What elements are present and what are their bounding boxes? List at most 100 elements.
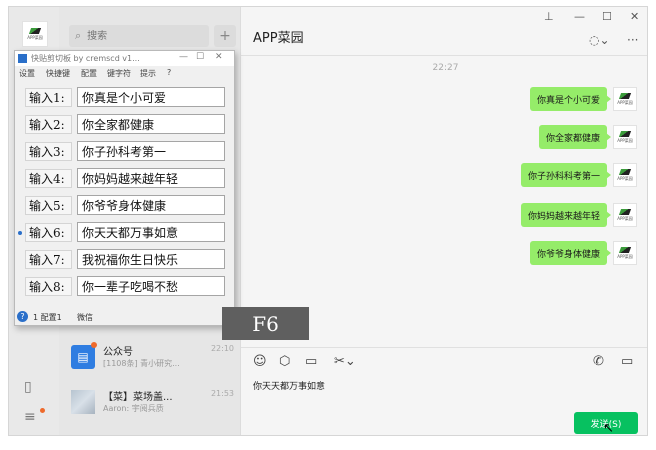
conversation-item[interactable]: ▤ 公众号 22:10 [1108条] 青小研究... — [59, 337, 240, 377]
app-icon — [18, 54, 27, 63]
sender-avatar[interactable]: APP菜园 — [613, 163, 637, 187]
avatar-logo-text: APP菜园 — [617, 215, 633, 221]
minimize-icon[interactable]: — — [574, 10, 585, 23]
video-call-icon[interactable]: ▭ — [621, 354, 633, 369]
status-target: 微信 — [77, 313, 93, 322]
logo-leaf-icon — [618, 208, 632, 215]
message-bubble[interactable]: 你子孙科科考第一 — [520, 163, 612, 187]
menu-item-settings[interactable]: 设置 — [19, 68, 35, 79]
phone-call-icon[interactable]: ✆ — [593, 354, 604, 369]
message-row: 你全家都健康 APP菜园 — [497, 125, 637, 149]
minimize-icon[interactable]: — — [179, 52, 188, 62]
quick-row-label: 输入5: — [25, 196, 72, 215]
quick-row-input[interactable]: 你全家都健康 — [77, 114, 225, 134]
quick-row: 输入4: 你妈妈越来越年轻 — [25, 167, 225, 189]
emoji-icon[interactable]: ☺ — [253, 354, 267, 369]
message-input[interactable]: 你天天都万事如意 — [253, 379, 325, 392]
input-toolbar: ☺ ⬡ ▭ ✂⌄ ✆ ▭ — [241, 347, 647, 373]
quick-paste-window: 快贴剪切板 by cremscd v1... — ☐ ✕ 设置 快捷键 配置 键… — [14, 50, 235, 326]
quick-row: 输入3: 你子孙科考第一 — [25, 140, 225, 162]
menu-badge-dot — [40, 408, 45, 413]
quick-paste-menu: 设置 快捷键 配置 键字符 提示 ? — [15, 67, 234, 80]
conversation-time: 22:10 — [210, 344, 234, 353]
conversation-name: 公众号 — [103, 347, 133, 358]
chat-bubble-icon[interactable]: ◌⌄ — [589, 33, 610, 47]
phone-icon[interactable]: ▯ — [24, 379, 32, 395]
conversation-time: 21:53 — [210, 389, 234, 398]
quick-row-label: 输入3: — [25, 142, 72, 161]
message-bubble[interactable]: 你全家都健康 — [538, 125, 612, 149]
quick-row-label: 输入4: — [25, 169, 72, 188]
user-avatar[interactable]: APP菜园 — [22, 21, 48, 47]
quick-row-input[interactable]: 你天天都万事如意 — [77, 222, 225, 242]
chat-panel: ⊥ — ☐ ✕ APP菜园 ◌⌄ ··· 22:27 你真是个小可爱 APP菜园… — [240, 7, 647, 436]
sender-avatar[interactable]: APP菜园 — [613, 125, 637, 149]
quick-row-input[interactable]: 你妈妈越来越年轻 — [77, 168, 225, 188]
scissors-icon[interactable]: ✂⌄ — [334, 354, 356, 369]
quick-row-input[interactable]: 你爷爷身体健康 — [77, 195, 225, 215]
cube-icon[interactable]: ⬡ — [279, 354, 290, 369]
pin-icon[interactable]: ⊥ — [544, 10, 554, 23]
mouse-cursor-icon: ↖ — [603, 421, 614, 436]
logo-leaf-icon — [618, 246, 632, 253]
sender-avatar[interactable]: APP菜园 — [613, 241, 637, 265]
logo-leaf-icon — [618, 92, 632, 99]
message-bubble[interactable]: 你真是个小可爱 — [529, 87, 612, 111]
conversation-name: 【菜】菜场盖... — [103, 392, 173, 403]
avatar-logo-text: APP菜园 — [617, 253, 633, 259]
quick-row-input[interactable]: 你真是个小可爱 — [77, 87, 225, 107]
quick-row: 输入1: 你真是个小可爱 — [25, 86, 225, 108]
close-icon[interactable]: ✕ — [215, 52, 223, 62]
sender-avatar[interactable]: APP菜园 — [613, 203, 637, 227]
avatar-logo-text: APP菜园 — [617, 137, 633, 143]
conversation-preview: Aaron: 宇阅兵质 — [103, 404, 164, 413]
conversation-preview: [1108条] 青小研究... — [103, 359, 180, 368]
key-press-overlay: F6 — [222, 307, 309, 340]
quick-paste-titlebar: 快贴剪切板 by cremscd v1... — ☐ ✕ — [15, 51, 234, 66]
status-config: 1 配置1 — [33, 313, 62, 322]
quick-row-input[interactable]: 你子孙科考第一 — [77, 141, 225, 161]
folder-icon[interactable]: ▭ — [305, 354, 317, 369]
quick-row: 输入5: 你爷爷身体健康 — [25, 194, 225, 216]
quick-row: 输入8: 你一辈子吃喝不愁 — [25, 275, 225, 297]
logo-leaf-icon — [618, 168, 632, 175]
quick-row: 输入7: 我祝福你生日快乐 — [25, 248, 225, 270]
quick-row-input[interactable]: 我祝福你生日快乐 — [77, 249, 225, 269]
search-input[interactable] — [85, 29, 190, 43]
maximize-icon[interactable]: ☐ — [602, 10, 612, 23]
add-button[interactable]: + — [214, 25, 236, 47]
message-row: 你妈妈越来越年轻 APP菜园 — [477, 203, 637, 227]
help-icon[interactable]: ? — [17, 311, 28, 322]
message-row: 你真是个小可爱 APP菜园 — [497, 87, 637, 111]
search-icon: ⌕ — [75, 29, 82, 42]
header-divider — [241, 55, 647, 56]
logo-leaf-icon — [28, 27, 42, 34]
quick-row-input[interactable]: 你一辈子吃喝不愁 — [77, 276, 225, 296]
menu-icon[interactable]: ≡ — [24, 409, 36, 425]
quick-row-active: 输入6: 你天天都万事如意 — [18, 221, 225, 243]
menu-item-tips[interactable]: 提示 — [140, 68, 156, 79]
quick-row-label: 输入1: — [25, 88, 72, 107]
sender-avatar[interactable]: APP菜园 — [613, 87, 637, 111]
quick-row-label: 输入7: — [25, 250, 72, 269]
message-bubble[interactable]: 你爷爷身体健康 — [529, 241, 612, 265]
menu-item-help[interactable]: ? — [167, 68, 171, 77]
close-icon[interactable]: ✕ — [630, 10, 639, 23]
chat-title: APP菜园 — [253, 31, 304, 46]
avatar-logo-text: APP菜园 — [617, 175, 633, 181]
message-bubble[interactable]: 你妈妈越来越年轻 — [520, 203, 612, 227]
more-icon[interactable]: ··· — [627, 33, 638, 47]
unread-dot — [91, 342, 97, 348]
quick-row-label: 输入6: — [25, 223, 72, 242]
quick-paste-title: 快贴剪切板 by cremscd v1... — [31, 54, 140, 63]
message-row: 你子孙科科考第一 APP菜园 — [477, 163, 637, 187]
quick-row: 输入2: 你全家都健康 — [25, 113, 225, 135]
menu-item-chars[interactable]: 键字符 — [107, 68, 131, 79]
avatar-logo-text: APP菜园 — [617, 99, 633, 105]
search-box[interactable]: ⌕ — [69, 25, 209, 47]
maximize-icon[interactable]: ☐ — [196, 52, 204, 62]
menu-item-config[interactable]: 配置 — [81, 68, 97, 79]
group-avatar-icon — [71, 390, 95, 414]
conversation-item[interactable]: 【菜】菜场盖... 21:53 Aaron: 宇阅兵质 — [59, 382, 240, 422]
menu-item-hotkey[interactable]: 快捷键 — [46, 68, 70, 79]
